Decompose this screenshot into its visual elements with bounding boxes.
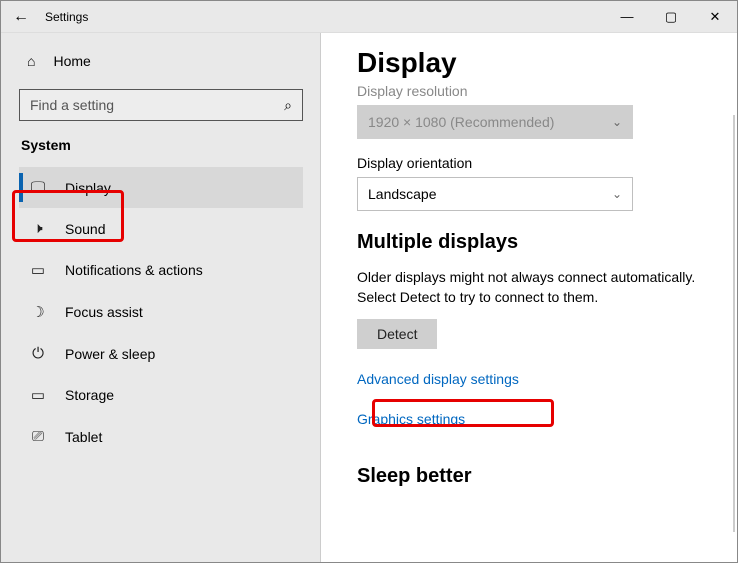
focus-icon: ☽ (29, 303, 47, 321)
sleep-better-heading: Sleep better (357, 465, 709, 488)
orientation-value: Landscape (368, 186, 437, 202)
multiple-displays-heading: Multiple displays (357, 231, 709, 254)
back-button[interactable]: ← (1, 8, 41, 26)
page-title: Display (357, 47, 709, 79)
sidebar-item-tablet[interactable]: ⎚ Tablet (19, 416, 303, 457)
notifications-icon: ▭ (29, 261, 47, 279)
minimize-button[interactable]: — (605, 9, 649, 24)
sidebar-item-label: Storage (65, 387, 114, 403)
sidebar-item-storage[interactable]: ▭ Storage (19, 374, 303, 416)
sound-icon: 🕨 (29, 220, 47, 237)
chevron-down-icon: ⌄ (612, 187, 622, 201)
tablet-icon: ⎚ (29, 428, 47, 445)
sidebar-item-label: Notifications & actions (65, 262, 203, 278)
sidebar-item-label: Sound (65, 221, 105, 237)
search-icon: ⌕ (284, 97, 292, 114)
orientation-label: Display orientation (357, 155, 709, 171)
content-pane: Display Display resolution 1920 × 1080 (… (321, 33, 737, 562)
sidebar: ⌂ Home ⌕ System 🖵 Display 🕨 Sound ▭ Noti… (1, 33, 321, 562)
title-bar: ← Settings — ▢ ✕ (1, 1, 737, 33)
sidebar-item-label: Focus assist (65, 304, 143, 320)
resolution-dropdown[interactable]: 1920 × 1080 (Recommended) ⌄ (357, 105, 633, 139)
sidebar-item-sound[interactable]: 🕨 Sound (19, 208, 303, 249)
search-input[interactable] (30, 97, 284, 113)
sidebar-item-label: Tablet (65, 429, 102, 445)
resolution-value: 1920 × 1080 (Recommended) (368, 114, 554, 130)
multiple-displays-text: Older displays might not always connect … (357, 268, 709, 307)
sidebar-item-power-sleep[interactable]: ⏻ Power & sleep (19, 333, 303, 374)
graphics-settings-link[interactable]: Graphics settings (357, 411, 465, 427)
home-icon: ⌂ (27, 53, 35, 69)
detect-button[interactable]: Detect (357, 319, 437, 349)
maximize-button[interactable]: ▢ (649, 9, 693, 25)
advanced-display-link[interactable]: Advanced display settings (357, 371, 519, 387)
resolution-label: Display resolution (357, 83, 709, 99)
power-icon: ⏻ (29, 345, 47, 362)
sidebar-item-label: Power & sleep (65, 346, 155, 362)
window-title: Settings (41, 10, 605, 24)
sidebar-home-label: Home (53, 53, 90, 69)
sidebar-item-notifications[interactable]: ▭ Notifications & actions (19, 249, 303, 291)
scrollbar[interactable] (733, 115, 735, 532)
storage-icon: ▭ (29, 386, 47, 404)
sidebar-item-display[interactable]: 🖵 Display (19, 167, 303, 208)
sidebar-item-focus-assist[interactable]: ☽ Focus assist (19, 291, 303, 333)
sidebar-home[interactable]: ⌂ Home (23, 47, 303, 75)
search-box[interactable]: ⌕ (19, 89, 303, 121)
orientation-dropdown[interactable]: Landscape ⌄ (357, 177, 633, 211)
sidebar-item-label: Display (65, 180, 111, 196)
display-icon: 🖵 (29, 179, 47, 196)
sidebar-category: System (21, 137, 303, 153)
close-button[interactable]: ✕ (693, 9, 737, 25)
chevron-down-icon: ⌄ (612, 115, 622, 129)
